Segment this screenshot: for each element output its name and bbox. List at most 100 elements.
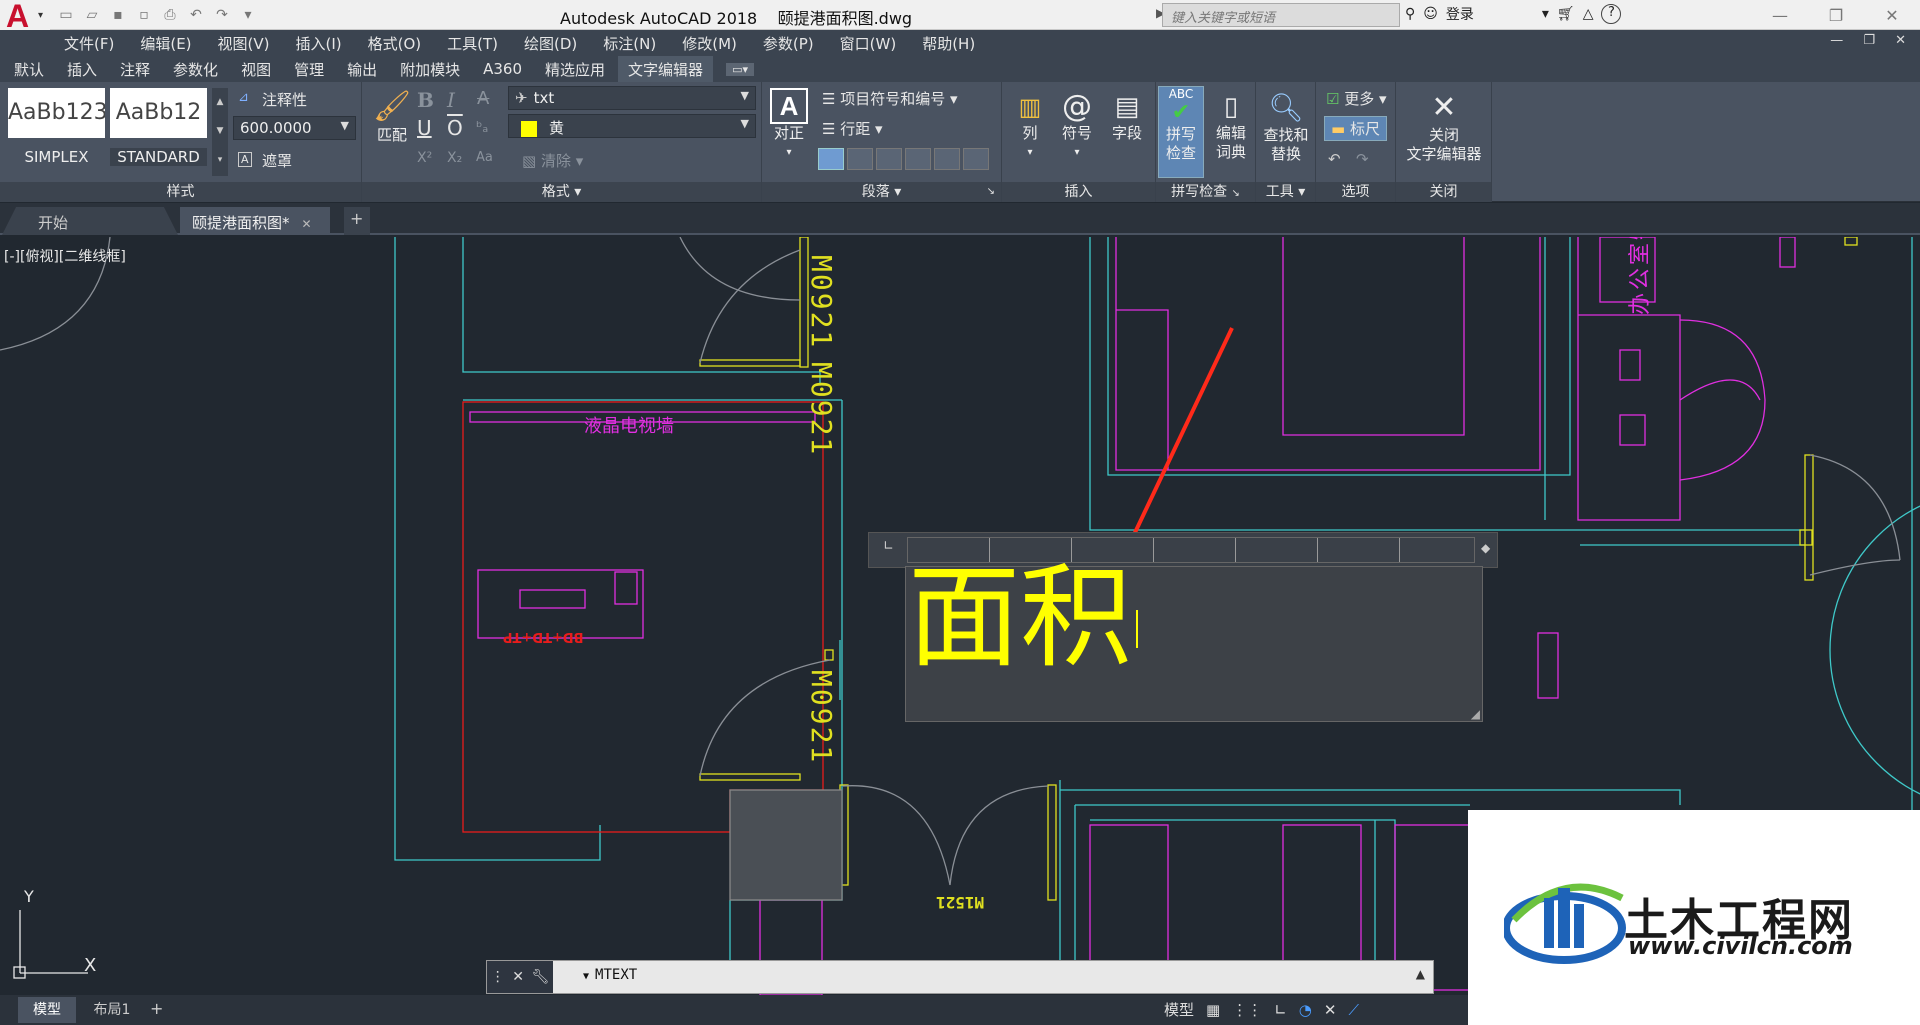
annotative-label[interactable]: 注释性 — [262, 89, 307, 110]
superscript-button[interactable]: X² — [417, 150, 432, 166]
tab-a360[interactable]: A360 — [483, 60, 522, 78]
underline-button[interactable]: U — [417, 116, 432, 140]
restore-icon[interactable]: ❐ — [1808, 0, 1864, 30]
chevron-down-icon[interactable]: ▾ — [1542, 6, 1549, 22]
print-icon[interactable]: ⎙ — [159, 4, 181, 26]
spell-check-panel-title[interactable]: 拼写检查 ↘ — [1156, 182, 1255, 202]
change-case-button[interactable]: Aa — [476, 150, 493, 165]
menu-item-insert[interactable]: 插入(I) — [296, 33, 342, 54]
new-file-icon[interactable]: ▭ — [55, 4, 77, 26]
resize-handle-icon[interactable]: ◢ — [1471, 707, 1480, 721]
font-select[interactable]: ✈ txt ▼ — [508, 86, 756, 110]
align-center-icon[interactable] — [876, 148, 902, 170]
add-layout-button[interactable]: + — [150, 999, 163, 1018]
save-as-icon[interactable]: ▫ — [133, 4, 155, 26]
tab-manage[interactable]: 管理 — [294, 59, 324, 80]
ruler-width-handle-icon[interactable]: ◆ — [1481, 541, 1490, 555]
align-left-icon[interactable] — [847, 148, 873, 170]
paragraph-panel-title[interactable]: 段落 ▾ ↘ — [762, 182, 1001, 202]
menu-item-dimension[interactable]: 标注(N) — [603, 33, 656, 54]
menu-item-window[interactable]: 窗口(W) — [840, 33, 897, 54]
style-name-standard[interactable]: STANDARD — [110, 148, 207, 166]
menu-item-draw[interactable]: 绘图(D) — [524, 33, 577, 54]
snap-icon[interactable]: ⋮⋮ — [1232, 1001, 1262, 1019]
field-button[interactable]: ▤ 字段 — [1104, 90, 1150, 143]
format-panel-title[interactable]: 格式 ▾ — [362, 182, 761, 202]
more-button[interactable]: ☑ 更多 ▾ — [1326, 88, 1387, 109]
style-name-simplex[interactable]: SIMPLEX — [8, 148, 105, 166]
tab-text-editor[interactable]: 文字编辑器 — [618, 55, 714, 83]
a360-icon[interactable]: △ — [1583, 6, 1594, 22]
close-tab-icon[interactable]: ✕ — [302, 217, 312, 231]
open-file-icon[interactable]: ▱ — [81, 4, 103, 26]
undo-icon[interactable]: ↶ — [1328, 150, 1341, 168]
tab-featured-apps[interactable]: 精选应用 — [545, 59, 605, 80]
lineweight-icon[interactable]: ⟋ — [1348, 1001, 1359, 1019]
tab-stop-icon[interactable]: ∟ — [883, 539, 894, 554]
mtext-content[interactable]: 面积 — [908, 553, 1132, 683]
minimize-icon[interactable]: — — [1752, 0, 1808, 30]
polar-icon[interactable]: ◔ — [1299, 1001, 1312, 1019]
grip-icon[interactable]: ⋮ — [491, 969, 505, 985]
close-icon[interactable]: ✕ — [512, 969, 524, 985]
match-format-button[interactable]: 🖌︎ 匹配 — [366, 88, 418, 145]
grid-icon[interactable]: ▦ — [1206, 1001, 1220, 1019]
justify-button[interactable]: A 对正 ▾ — [768, 88, 810, 162]
text-height-input[interactable]: 600.0000 ▼ — [233, 116, 356, 140]
model-space-toggle[interactable]: 模型 — [1164, 999, 1194, 1020]
style-preview-standard[interactable]: AaBb12 — [110, 88, 207, 138]
style-scroller[interactable]: ▲ ▼ ▾ — [212, 88, 228, 176]
document-window-controls[interactable]: — ❐ ✕ — [1830, 33, 1914, 48]
overline-button[interactable]: O — [447, 116, 463, 140]
chevron-up-icon[interactable]: ▲ — [1416, 967, 1425, 981]
save-icon[interactable]: ▪ — [107, 4, 129, 26]
close-icon[interactable]: ✕ — [1864, 0, 1920, 30]
tab-current-drawing[interactable]: 颐提港面积图* ✕ — [180, 207, 330, 235]
ruler-toggle[interactable]: ▬ 标尺 — [1324, 116, 1387, 141]
tab-start[interactable]: 开始 — [2, 207, 178, 235]
application-menu-button[interactable]: A ▾ — [0, 0, 50, 34]
viewport-controls[interactable]: [-][俯视][二维线框] — [4, 246, 126, 266]
edit-dictionary-button[interactable]: ▯ 编辑 词典 — [1208, 90, 1254, 162]
bold-button[interactable]: B — [417, 88, 434, 112]
ortho-icon[interactable]: ∟ — [1274, 1001, 1287, 1019]
user-icon[interactable]: ☺ — [1423, 6, 1438, 22]
cart-icon[interactable]: 🛒︎ — [1557, 6, 1575, 22]
menu-item-parametric[interactable]: 参数(P) — [763, 33, 814, 54]
spell-check-button[interactable]: ABC ✔ 拼写 检查 — [1158, 86, 1204, 178]
oblique-icon[interactable]: ᵇₐ — [476, 118, 488, 136]
find-replace-button[interactable]: 🔍︎ 查找和 替换 — [1256, 90, 1316, 164]
tab-default[interactable]: 默认 — [14, 59, 44, 80]
tab-annotate[interactable]: 注释 — [120, 59, 150, 80]
binoculars-icon[interactable]: ⚲ — [1405, 6, 1415, 22]
clear-button[interactable]: ▧ 清除 ▾ — [522, 150, 583, 171]
close-text-editor-button[interactable]: ✕ 关闭 文字编辑器 — [1396, 90, 1492, 164]
bullets-button[interactable]: ☰ 项目符号和编号 ▾ — [822, 88, 958, 109]
ribbon-options-icon[interactable]: ▭▾ — [726, 62, 754, 76]
tab-parametric[interactable]: 参数化 — [173, 59, 218, 80]
align-default-icon[interactable] — [818, 148, 844, 170]
tab-layout1[interactable]: 布局1 — [80, 997, 144, 1023]
command-input[interactable]: ▼ MTEXT — [583, 967, 637, 983]
undo-icon[interactable]: ↶ — [185, 4, 207, 26]
menu-item-tools[interactable]: 工具(T) — [447, 33, 498, 54]
color-select[interactable]: 黄 ▼ — [508, 114, 756, 138]
align-right-icon[interactable] — [905, 148, 931, 170]
tab-view[interactable]: 视图 — [241, 59, 271, 80]
line-spacing-button[interactable]: ☰ 行距 ▾ — [822, 118, 883, 139]
new-tab-button[interactable]: + — [344, 207, 370, 235]
login-button[interactable]: 登录 — [1446, 4, 1474, 24]
customize-qat-icon[interactable]: ▾ — [237, 4, 259, 26]
tools-panel-title[interactable]: 工具 ▾ — [1256, 182, 1315, 202]
tab-insert[interactable]: 插入 — [67, 59, 97, 80]
menu-item-view[interactable]: 视图(V) — [218, 33, 270, 54]
menu-item-file[interactable]: 文件(F) — [64, 33, 114, 54]
redo-icon[interactable]: ↷ — [211, 4, 233, 26]
tab-model[interactable]: 模型 — [18, 997, 76, 1023]
align-distribute-icon[interactable] — [963, 148, 989, 170]
search-input[interactable]: 键入关键字或短语 — [1162, 3, 1400, 27]
symbol-button[interactable]: @ 符号 ▾ — [1054, 90, 1100, 162]
osnap-icon[interactable]: ✕ — [1324, 1001, 1337, 1019]
mask-button[interactable]: 遮罩 — [262, 150, 292, 171]
menu-item-edit[interactable]: 编辑(E) — [140, 33, 191, 54]
